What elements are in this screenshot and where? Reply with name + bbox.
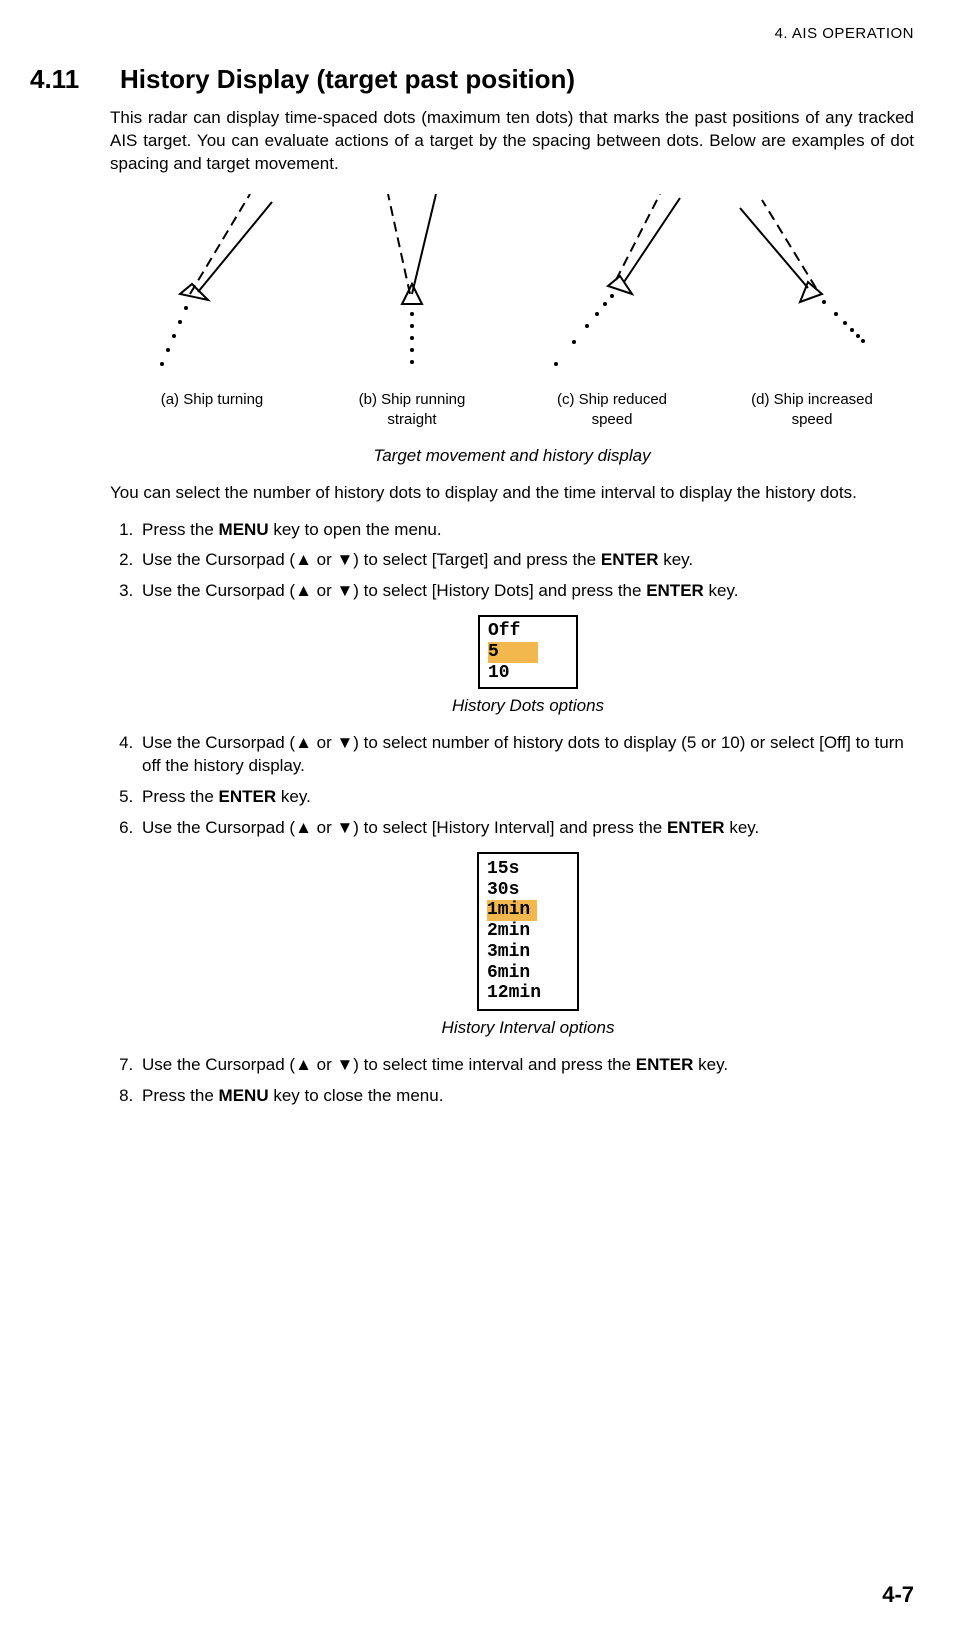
menu-option-3min: 3min (487, 942, 569, 963)
intro-paragraph: This radar can display time-spaced dots … (110, 107, 914, 176)
section-heading: 4.11 History Display (target past positi… (30, 62, 914, 97)
step-2: Use the Cursorpad (▲ or ▼) to select [Ta… (138, 549, 914, 572)
step-1: Press the MENU key to open the menu. (138, 519, 914, 542)
menu-option-10: 10 (488, 663, 568, 684)
figure-ship-reduced-speed-icon (532, 194, 692, 384)
menu-option-15s: 15s (487, 859, 569, 880)
figure-caption-d: (d) Ship increased speed (732, 390, 892, 431)
intro-paragraph-2: You can select the number of history dot… (110, 482, 914, 505)
figure-ship-straight-icon (332, 194, 492, 384)
page-number: 4-7 (882, 1580, 914, 1610)
figure-title: Target movement and history display (110, 445, 914, 468)
step-6: Use the Cursorpad (▲ or ▼) to select [Hi… (138, 817, 914, 1040)
step-3: Use the Cursorpad (▲ or ▼) to select [Hi… (138, 580, 914, 718)
menu-option-6min: 6min (487, 963, 569, 984)
step-5: Press the ENTER key. (138, 786, 914, 809)
running-header: 4. AIS OPERATION (110, 24, 914, 44)
step-8: Press the MENU key to close the menu. (138, 1085, 914, 1108)
figure-ship-turning-icon (132, 194, 292, 384)
figure-row (110, 194, 914, 384)
history-interval-caption: History Interval options (142, 1017, 914, 1040)
menu-option-1min: 1min (487, 900, 569, 921)
step-4: Use the Cursorpad (▲ or ▼) to select num… (138, 732, 914, 778)
menu-option-12min: 12min (487, 983, 569, 1004)
figure-captions: (a) Ship turning (b) Ship running straig… (110, 390, 914, 431)
history-interval-menu: 15s 30s 1min 2min 3min 6min 12min (477, 852, 579, 1011)
menu-option-30s: 30s (487, 880, 569, 901)
section-number: 4.11 (30, 62, 120, 97)
step-7: Use the Cursorpad (▲ or ▼) to select tim… (138, 1054, 914, 1077)
history-dots-menu: Off 5 10 (478, 615, 578, 689)
figure-caption-b: (b) Ship running straight (332, 390, 492, 431)
history-dots-caption: History Dots options (142, 695, 914, 718)
procedure-list: Press the MENU key to open the menu. Use… (110, 519, 914, 1108)
menu-option-off: Off (488, 621, 568, 642)
menu-option-2min: 2min (487, 921, 569, 942)
figure-caption-c: (c) Ship reduced speed (532, 390, 692, 431)
figure-caption-a: (a) Ship turning (132, 390, 292, 431)
section-title: History Display (target past position) (120, 62, 575, 97)
figure-ship-increased-speed-icon (732, 194, 892, 384)
menu-option-5: 5 (488, 642, 568, 663)
